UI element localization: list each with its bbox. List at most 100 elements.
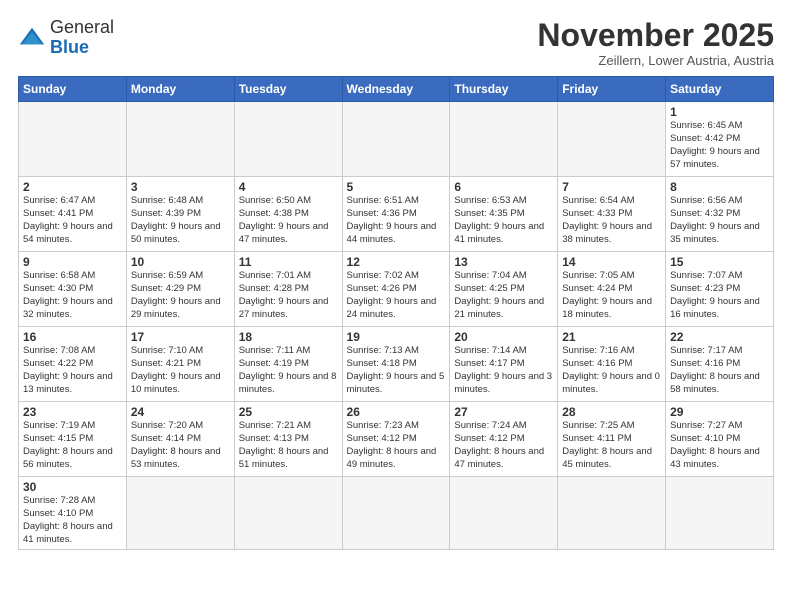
day-number: 22 <box>670 330 769 344</box>
day-number: 12 <box>347 255 446 269</box>
day-cell: 16Sunrise: 7:08 AM Sunset: 4:22 PM Dayli… <box>19 327 127 402</box>
day-number: 4 <box>239 180 338 194</box>
day-cell <box>450 477 558 550</box>
day-cell: 18Sunrise: 7:11 AM Sunset: 4:19 PM Dayli… <box>234 327 342 402</box>
day-number: 9 <box>23 255 122 269</box>
weekday-wednesday: Wednesday <box>342 77 450 102</box>
day-info: Sunrise: 6:54 AM Sunset: 4:33 PM Dayligh… <box>562 195 661 246</box>
day-cell: 11Sunrise: 7:01 AM Sunset: 4:28 PM Dayli… <box>234 252 342 327</box>
day-cell <box>558 477 666 550</box>
day-number: 1 <box>670 105 769 119</box>
week-row-4: 23Sunrise: 7:19 AM Sunset: 4:15 PM Dayli… <box>19 402 774 477</box>
day-cell <box>342 102 450 177</box>
week-row-2: 9Sunrise: 6:58 AM Sunset: 4:30 PM Daylig… <box>19 252 774 327</box>
day-info: Sunrise: 7:23 AM Sunset: 4:12 PM Dayligh… <box>347 420 446 471</box>
day-cell: 10Sunrise: 6:59 AM Sunset: 4:29 PM Dayli… <box>126 252 234 327</box>
logo-text: General Blue <box>50 18 114 58</box>
day-number: 13 <box>454 255 553 269</box>
day-cell: 27Sunrise: 7:24 AM Sunset: 4:12 PM Dayli… <box>450 402 558 477</box>
day-info: Sunrise: 7:02 AM Sunset: 4:26 PM Dayligh… <box>347 270 446 321</box>
logo-general: General <box>50 18 114 38</box>
day-cell: 23Sunrise: 7:19 AM Sunset: 4:15 PM Dayli… <box>19 402 127 477</box>
day-info: Sunrise: 6:47 AM Sunset: 4:41 PM Dayligh… <box>23 195 122 246</box>
day-cell: 2Sunrise: 6:47 AM Sunset: 4:41 PM Daylig… <box>19 177 127 252</box>
day-cell <box>234 102 342 177</box>
month-title: November 2025 <box>537 18 774 53</box>
day-number: 8 <box>670 180 769 194</box>
day-cell: 15Sunrise: 7:07 AM Sunset: 4:23 PM Dayli… <box>666 252 774 327</box>
day-info: Sunrise: 7:08 AM Sunset: 4:22 PM Dayligh… <box>23 345 122 396</box>
day-cell: 17Sunrise: 7:10 AM Sunset: 4:21 PM Dayli… <box>126 327 234 402</box>
day-number: 23 <box>23 405 122 419</box>
day-info: Sunrise: 7:16 AM Sunset: 4:16 PM Dayligh… <box>562 345 661 396</box>
weekday-thursday: Thursday <box>450 77 558 102</box>
day-cell: 12Sunrise: 7:02 AM Sunset: 4:26 PM Dayli… <box>342 252 450 327</box>
day-number: 2 <box>23 180 122 194</box>
day-cell: 21Sunrise: 7:16 AM Sunset: 4:16 PM Dayli… <box>558 327 666 402</box>
week-row-1: 2Sunrise: 6:47 AM Sunset: 4:41 PM Daylig… <box>19 177 774 252</box>
day-info: Sunrise: 7:10 AM Sunset: 4:21 PM Dayligh… <box>131 345 230 396</box>
day-info: Sunrise: 7:17 AM Sunset: 4:16 PM Dayligh… <box>670 345 769 396</box>
day-number: 14 <box>562 255 661 269</box>
day-info: Sunrise: 7:21 AM Sunset: 4:13 PM Dayligh… <box>239 420 338 471</box>
day-info: Sunrise: 6:51 AM Sunset: 4:36 PM Dayligh… <box>347 195 446 246</box>
day-number: 11 <box>239 255 338 269</box>
day-cell <box>19 102 127 177</box>
weekday-saturday: Saturday <box>666 77 774 102</box>
day-info: Sunrise: 7:24 AM Sunset: 4:12 PM Dayligh… <box>454 420 553 471</box>
day-info: Sunrise: 7:07 AM Sunset: 4:23 PM Dayligh… <box>670 270 769 321</box>
day-number: 27 <box>454 405 553 419</box>
day-info: Sunrise: 7:25 AM Sunset: 4:11 PM Dayligh… <box>562 420 661 471</box>
day-number: 28 <box>562 405 661 419</box>
day-info: Sunrise: 6:59 AM Sunset: 4:29 PM Dayligh… <box>131 270 230 321</box>
day-number: 26 <box>347 405 446 419</box>
day-info: Sunrise: 6:53 AM Sunset: 4:35 PM Dayligh… <box>454 195 553 246</box>
day-info: Sunrise: 7:04 AM Sunset: 4:25 PM Dayligh… <box>454 270 553 321</box>
day-cell: 22Sunrise: 7:17 AM Sunset: 4:16 PM Dayli… <box>666 327 774 402</box>
day-number: 30 <box>23 480 122 494</box>
day-info: Sunrise: 7:13 AM Sunset: 4:18 PM Dayligh… <box>347 345 446 396</box>
day-number: 17 <box>131 330 230 344</box>
day-info: Sunrise: 6:50 AM Sunset: 4:38 PM Dayligh… <box>239 195 338 246</box>
day-cell: 14Sunrise: 7:05 AM Sunset: 4:24 PM Dayli… <box>558 252 666 327</box>
weekday-monday: Monday <box>126 77 234 102</box>
day-cell: 4Sunrise: 6:50 AM Sunset: 4:38 PM Daylig… <box>234 177 342 252</box>
week-row-5: 30Sunrise: 7:28 AM Sunset: 4:10 PM Dayli… <box>19 477 774 550</box>
day-cell: 5Sunrise: 6:51 AM Sunset: 4:36 PM Daylig… <box>342 177 450 252</box>
day-number: 24 <box>131 405 230 419</box>
logo-blue: Blue <box>50 38 114 58</box>
day-cell: 3Sunrise: 6:48 AM Sunset: 4:39 PM Daylig… <box>126 177 234 252</box>
day-info: Sunrise: 7:05 AM Sunset: 4:24 PM Dayligh… <box>562 270 661 321</box>
weekday-header-row: SundayMondayTuesdayWednesdayThursdayFrid… <box>19 77 774 102</box>
week-row-3: 16Sunrise: 7:08 AM Sunset: 4:22 PM Dayli… <box>19 327 774 402</box>
day-number: 20 <box>454 330 553 344</box>
day-number: 16 <box>23 330 122 344</box>
day-cell: 28Sunrise: 7:25 AM Sunset: 4:11 PM Dayli… <box>558 402 666 477</box>
day-cell: 24Sunrise: 7:20 AM Sunset: 4:14 PM Dayli… <box>126 402 234 477</box>
day-cell: 7Sunrise: 6:54 AM Sunset: 4:33 PM Daylig… <box>558 177 666 252</box>
day-cell: 9Sunrise: 6:58 AM Sunset: 4:30 PM Daylig… <box>19 252 127 327</box>
day-cell <box>558 102 666 177</box>
day-cell: 19Sunrise: 7:13 AM Sunset: 4:18 PM Dayli… <box>342 327 450 402</box>
day-info: Sunrise: 7:20 AM Sunset: 4:14 PM Dayligh… <box>131 420 230 471</box>
day-cell <box>342 477 450 550</box>
day-info: Sunrise: 7:28 AM Sunset: 4:10 PM Dayligh… <box>23 495 122 546</box>
location: Zeillern, Lower Austria, Austria <box>537 53 774 68</box>
day-number: 3 <box>131 180 230 194</box>
day-number: 19 <box>347 330 446 344</box>
header: General Blue November 2025 Zeillern, Low… <box>18 18 774 68</box>
day-number: 25 <box>239 405 338 419</box>
day-cell <box>126 477 234 550</box>
logo: General Blue <box>18 18 114 58</box>
day-number: 6 <box>454 180 553 194</box>
day-info: Sunrise: 7:01 AM Sunset: 4:28 PM Dayligh… <box>239 270 338 321</box>
day-number: 10 <box>131 255 230 269</box>
day-cell: 6Sunrise: 6:53 AM Sunset: 4:35 PM Daylig… <box>450 177 558 252</box>
day-cell: 20Sunrise: 7:14 AM Sunset: 4:17 PM Dayli… <box>450 327 558 402</box>
day-cell <box>666 477 774 550</box>
day-info: Sunrise: 6:45 AM Sunset: 4:42 PM Dayligh… <box>670 120 769 171</box>
day-cell: 26Sunrise: 7:23 AM Sunset: 4:12 PM Dayli… <box>342 402 450 477</box>
page: General Blue November 2025 Zeillern, Low… <box>0 0 792 612</box>
day-info: Sunrise: 7:14 AM Sunset: 4:17 PM Dayligh… <box>454 345 553 396</box>
weekday-tuesday: Tuesday <box>234 77 342 102</box>
